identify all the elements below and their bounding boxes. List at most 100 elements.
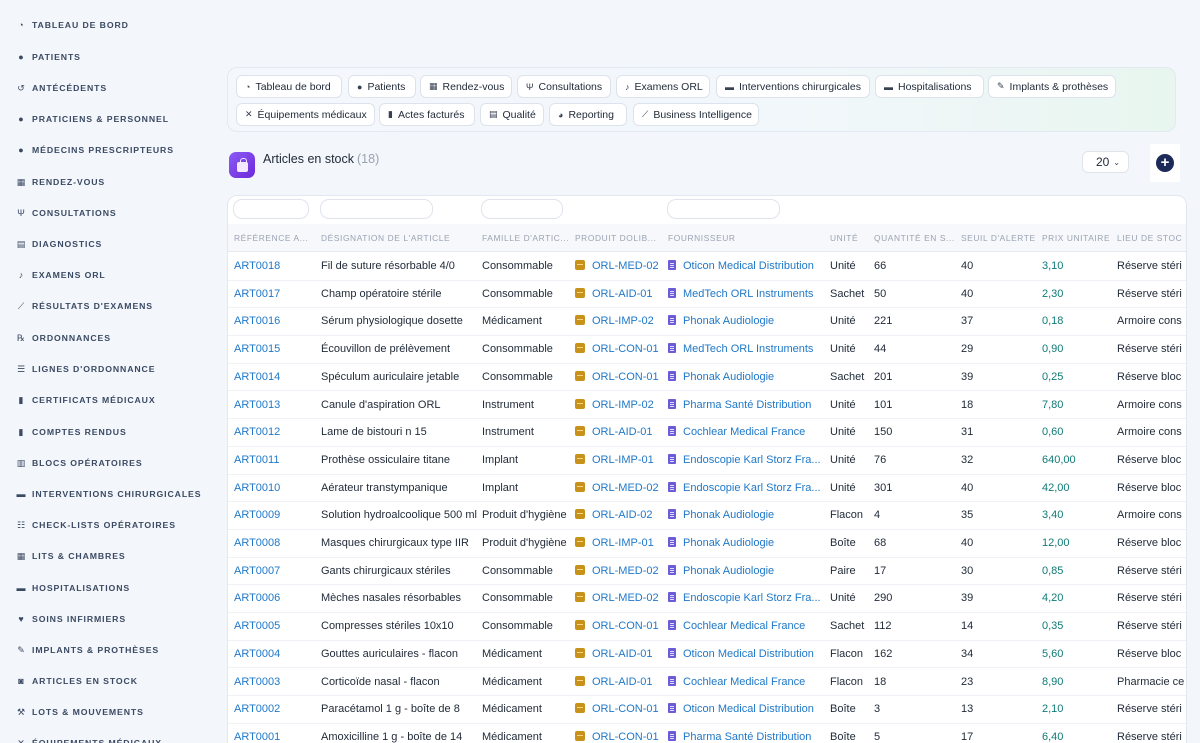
table-cell[interactable]: Cochlear Medical France (668, 419, 823, 446)
product-link[interactable]: ORL-CON-01 (592, 343, 659, 355)
sidebar-item[interactable]: ▮ CERTIFICATS MÉDICAUX (16, 392, 156, 408)
table-cell[interactable]: ART0004 (234, 641, 314, 668)
add-article-button[interactable]: + (1150, 144, 1180, 182)
table-cell[interactable]: ORL-CON-01 (575, 696, 663, 723)
product-link[interactable]: ORL-MED-02 (592, 260, 659, 272)
table-cell[interactable]: ORL-AID-01 (575, 641, 663, 668)
sidebar-item[interactable]: ✎ IMPLANTS & PROTHÈSES (16, 642, 159, 658)
product-link[interactable]: ORL-CON-01 (592, 703, 659, 715)
table-cell[interactable]: ORL-CON-01 (575, 336, 663, 363)
product-link[interactable]: ORL-CON-01 (592, 371, 659, 383)
sidebar-item[interactable]: ✕ ÉQUIPEMENTS MÉDICAUX (16, 735, 162, 743)
table-cell[interactable]: Phonak Audiologie (668, 502, 823, 529)
product-link[interactable]: ORL-IMP-02 (592, 315, 654, 327)
table-row[interactable]: ART0004 Gouttes auriculaires - flacon Médi… (228, 641, 1186, 669)
supplier-link[interactable]: Endoscopie Karl Storz Fra... (683, 592, 821, 604)
table-cell[interactable]: Phonak Audiologie (668, 530, 823, 557)
product-link[interactable]: ORL-IMP-01 (592, 537, 654, 549)
table-cell[interactable]: ART0015 (234, 336, 314, 363)
table-cell[interactable]: Oticon Medical Distribution (668, 696, 823, 723)
column-header[interactable]: PRIX UNITAIRE (1042, 224, 1114, 252)
supplier-link[interactable]: Cochlear Medical France (683, 620, 805, 632)
filter-fournisseur-input[interactable] (667, 199, 780, 219)
table-row[interactable]: ART0013 Canule d'aspiration ORL Instrument… (228, 392, 1186, 420)
column-header[interactable]: LIEU DE STOC (1117, 224, 1186, 252)
sidebar-item[interactable]: ▦ RENDEZ-VOUS (16, 174, 105, 190)
product-link[interactable]: ORL-IMP-01 (592, 454, 654, 466)
table-cell[interactable]: ORL-MED-02 (575, 558, 663, 585)
table-row[interactable]: ART0002 Paracétamol 1 g - boîte de 8 Médic… (228, 696, 1186, 724)
filter-designation-input[interactable] (320, 199, 433, 219)
quick-nav-chip[interactable]: ▬ Hospitalisations (875, 75, 984, 98)
supplier-link[interactable]: Phonak Audiologie (683, 565, 774, 577)
supplier-link[interactable]: Phonak Audiologie (683, 315, 774, 327)
supplier-link[interactable]: Phonak Audiologie (683, 371, 774, 383)
table-cell[interactable]: MedTech ORL Instruments (668, 281, 823, 308)
table-cell[interactable]: ORL-CON-01 (575, 364, 663, 391)
table-row[interactable]: ART0016 Sérum physiologique dosette Médica… (228, 308, 1186, 337)
sidebar-item[interactable]: ⟋ RÉSULTATS D'EXAMENS (16, 298, 153, 314)
supplier-link[interactable]: Oticon Medical Distribution (683, 648, 814, 660)
product-link[interactable]: ORL-CON-01 (592, 731, 659, 743)
sidebar-item[interactable]: ♥ SOINS INFIRMIERS (16, 611, 126, 627)
table-cell[interactable]: ART0014 (234, 364, 314, 391)
table-row[interactable]: ART0001 Amoxicilline 1 g - boîte de 14 Méd… (228, 724, 1186, 743)
sidebar-item[interactable]: ♪ EXAMENS ORL (16, 267, 106, 283)
supplier-link[interactable]: Endoscopie Karl Storz Fra... (683, 454, 821, 466)
table-cell[interactable]: Endoscopie Karl Storz Fra... (668, 475, 823, 502)
table-cell[interactable]: ART0013 (234, 392, 314, 419)
table-cell[interactable]: ART0009 (234, 502, 314, 529)
table-row[interactable]: ART0014 Spéculum auriculaire jetable Conso… (228, 364, 1186, 392)
sidebar-item[interactable]: ▥ BLOCS OPÉRATOIRES (16, 455, 143, 471)
table-cell[interactable]: ART0006 (234, 585, 314, 612)
column-header[interactable]: UNITÉ (830, 224, 872, 252)
product-link[interactable]: ORL-MED-02 (592, 565, 659, 577)
product-link[interactable]: ORL-AID-01 (592, 648, 653, 660)
quick-nav-chip[interactable]: Ψ Consultations (517, 75, 611, 98)
sidebar-item[interactable]: Ψ CONSULTATIONS (16, 205, 117, 221)
table-row[interactable]: ART0012 Lame de bistouri n 15 Instrument OR… (228, 419, 1186, 447)
supplier-link[interactable]: MedTech ORL Instruments (683, 343, 813, 355)
sidebar-item[interactable]: ▬ HOSPITALISATIONS (16, 580, 130, 596)
supplier-link[interactable]: Phonak Audiologie (683, 509, 774, 521)
table-cell[interactable]: Endoscopie Karl Storz Fra... (668, 447, 823, 474)
table-row[interactable]: ART0003 Corticoïde nasal - flacon Médicame… (228, 669, 1186, 697)
sidebar-item[interactable]: ☰ LIGNES D'ORDONNANCE (16, 361, 155, 377)
table-cell[interactable]: ART0018 (234, 253, 314, 280)
table-cell[interactable]: ORL-CON-01 (575, 724, 663, 743)
table-cell[interactable]: ORL-IMP-02 (575, 308, 663, 335)
quick-nav-chip[interactable]: ● Patients (348, 75, 416, 98)
supplier-link[interactable]: Endoscopie Karl Storz Fra... (683, 482, 821, 494)
sidebar-item[interactable]: ● MÉDECINS PRESCRIPTEURS (16, 142, 174, 158)
table-row[interactable]: ART0007 Gants chirurgicaux stériles Consom… (228, 558, 1186, 586)
table-row[interactable]: ART0005 Compresses stériles 10x10 Consomma… (228, 613, 1186, 641)
table-cell[interactable]: ART0007 (234, 558, 314, 585)
supplier-link[interactable]: Pharma Santé Distribution (683, 399, 811, 411)
table-row[interactable]: ART0015 Écouvillon de prélèvement Consomma… (228, 336, 1186, 364)
table-cell[interactable]: ART0003 (234, 669, 314, 696)
table-row[interactable]: ART0009 Solution hydroalcoolique 500 ml Pr… (228, 502, 1186, 530)
table-row[interactable]: ART0017 Champ opératoire stérile Consommab… (228, 281, 1186, 309)
quick-nav-chip[interactable]: ✕ Équipements médicaux (236, 103, 375, 126)
table-cell[interactable]: ART0012 (234, 419, 314, 446)
sidebar-item[interactable]: ▤ DIAGNOSTICS (16, 236, 102, 252)
table-cell[interactable]: Pharma Santé Distribution (668, 392, 823, 419)
table-cell[interactable]: ART0002 (234, 696, 314, 723)
sidebar-item[interactable]: ● PATIENTS (16, 49, 81, 65)
table-cell[interactable]: Cochlear Medical France (668, 613, 823, 640)
sidebar-item[interactable]: ℞ ORDONNANCES (16, 330, 111, 346)
table-cell[interactable]: ART0016 (234, 308, 314, 335)
column-header[interactable]: RÉFÉRENCE A... (234, 224, 314, 252)
sidebar-item[interactable]: ⚒ LOTS & MOUVEMENTS (16, 704, 144, 720)
table-cell[interactable]: ORL-AID-02 (575, 502, 663, 529)
table-row[interactable]: ART0006 Mèches nasales résorbables Consomm… (228, 585, 1186, 614)
quick-nav-chip[interactable]: ◕ Reporting (549, 103, 627, 126)
supplier-link[interactable]: Oticon Medical Distribution (683, 703, 814, 715)
table-cell[interactable]: Pharma Santé Distribution (668, 724, 823, 743)
sidebar-item[interactable]: ↺ ANTÉCÉDENTS (16, 80, 107, 96)
quick-nav-chip[interactable]: ▤ Qualité (480, 103, 544, 126)
table-cell[interactable]: ART0001 (234, 724, 314, 743)
quick-nav-chip[interactable]: ▮ Actes facturés (379, 103, 475, 126)
page-size-select[interactable]: 20 ⌄ (1082, 151, 1129, 173)
quick-nav-chip[interactable]: ▦ Rendez-vous (420, 75, 512, 98)
